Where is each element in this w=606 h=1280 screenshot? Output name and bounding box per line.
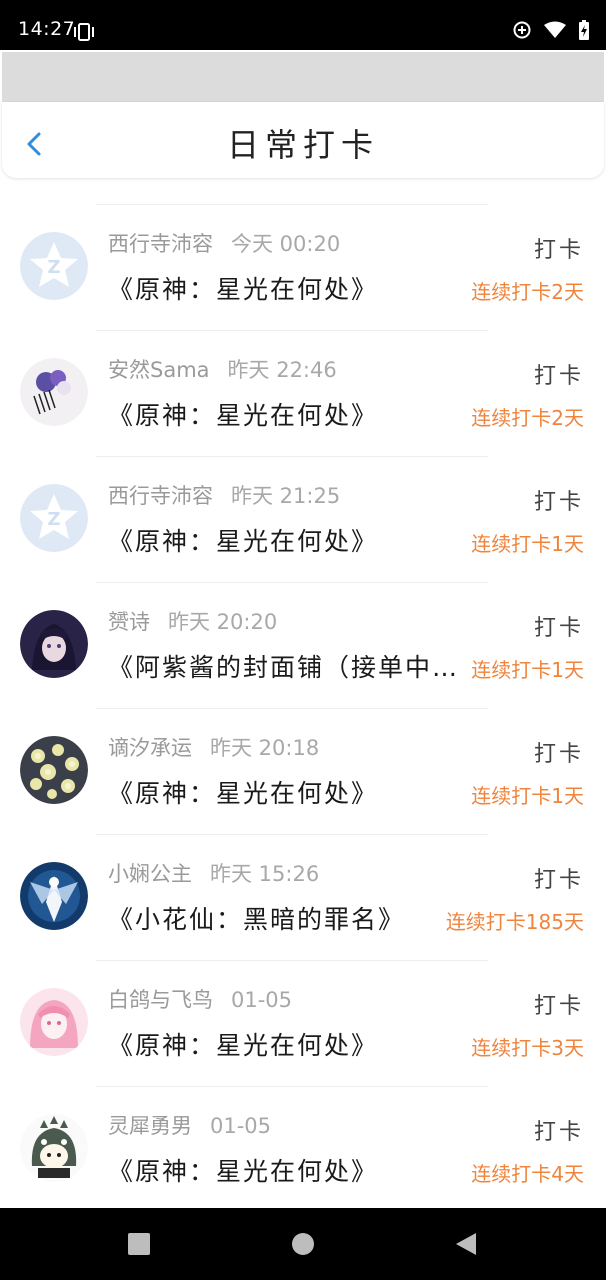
user-meta: 白鸽与飞鸟 01-05 bbox=[108, 984, 292, 1014]
checkin-button[interactable]: 打卡 bbox=[534, 358, 584, 390]
avatar[interactable] bbox=[20, 610, 88, 678]
svg-text:Z: Z bbox=[47, 509, 60, 530]
user-meta: 西行寺沛容 昨天 21:25 bbox=[108, 480, 340, 510]
streak-badge: 连续打卡1天 bbox=[471, 658, 584, 682]
user-meta: 西行寺沛容 今天 00:20 bbox=[108, 228, 340, 258]
user-name[interactable]: 小娴公主 bbox=[108, 862, 192, 886]
avatar[interactable]: Z bbox=[20, 484, 88, 552]
row-divider bbox=[96, 1086, 488, 1087]
user-meta: 安然Sama 昨天 22:46 bbox=[108, 354, 337, 384]
streak-badge: 连续打卡3天 bbox=[471, 1036, 584, 1060]
row-divider bbox=[96, 204, 488, 205]
row-divider bbox=[96, 330, 488, 331]
post-time: 昨天 20:20 bbox=[168, 610, 278, 634]
work-title[interactable]: 《原神：星光在何处》 bbox=[108, 270, 464, 306]
avatar[interactable] bbox=[20, 736, 88, 804]
work-title[interactable]: 《原神：星光在何处》 bbox=[108, 1026, 464, 1062]
page-title: 日常打卡 bbox=[226, 126, 379, 164]
app-header: 日常打卡 bbox=[2, 102, 604, 178]
post-time: 昨天 22:46 bbox=[227, 358, 337, 382]
avatar[interactable]: Z bbox=[20, 232, 88, 300]
checkin-button[interactable]: 打卡 bbox=[534, 988, 584, 1020]
user-meta: 灵犀勇男 01-05 bbox=[108, 1110, 271, 1140]
row-divider bbox=[96, 960, 488, 961]
row-divider bbox=[96, 708, 488, 709]
work-title[interactable]: 《原神：星光在何处》 bbox=[108, 774, 464, 810]
checkin-button[interactable]: 打卡 bbox=[534, 610, 584, 642]
gray-band bbox=[2, 52, 604, 102]
checkin-list-item[interactable]: 小娴公主 昨天 15:26 《小花仙：黑暗的罪名》 打卡连续打卡185天 bbox=[0, 834, 606, 960]
checkin-button[interactable]: 打卡 bbox=[534, 484, 584, 516]
navigation-bar bbox=[0, 1208, 606, 1280]
data-saver-icon bbox=[513, 21, 531, 39]
work-title[interactable]: 《阿紫酱的封面铺（接单中）》 bbox=[108, 648, 464, 684]
svg-text:Z: Z bbox=[47, 257, 60, 278]
row-divider bbox=[96, 456, 488, 457]
streak-badge: 连续打卡185天 bbox=[445, 910, 584, 934]
work-title[interactable]: 《小花仙：黑暗的罪名》 bbox=[108, 900, 464, 936]
checkin-list-item[interactable]: 灵犀勇男 01-05 《原神：星光在何处》 打卡连续打卡4天 bbox=[0, 1086, 606, 1212]
post-time: 01-05 bbox=[210, 1114, 272, 1138]
row-divider bbox=[96, 582, 488, 583]
streak-badge: 连续打卡1天 bbox=[471, 532, 584, 556]
user-name[interactable]: 西行寺沛容 bbox=[108, 232, 213, 256]
checkin-list-item[interactable]: 谪汐承运 昨天 20:18 《原神：星光在何处》 打卡连续打卡1天 bbox=[0, 708, 606, 834]
streak-badge: 连续打卡4天 bbox=[471, 1162, 584, 1186]
streak-badge: 连续打卡2天 bbox=[471, 406, 584, 430]
checkin-list: Z 西行寺沛容 今天 00:20 《原神：星光在何处》 打卡 连续打卡2天 安然Sama 昨天… bbox=[0, 204, 606, 1212]
user-name[interactable]: 赟诗 bbox=[108, 610, 150, 634]
checkin-button[interactable]: 打卡 bbox=[534, 232, 584, 264]
user-name[interactable]: 西行寺沛容 bbox=[108, 484, 213, 508]
user-meta: 小娴公主 昨天 15:26 bbox=[108, 858, 319, 888]
post-time: 昨天 21:25 bbox=[231, 484, 341, 508]
user-name[interactable]: 白鸽与飞鸟 bbox=[108, 988, 213, 1012]
checkin-list-item[interactable]: 白鸽与飞鸟 01-05 《原神：星光在何处》 打卡连续打卡3天 bbox=[0, 960, 606, 1086]
avatar[interactable] bbox=[20, 988, 88, 1056]
avatar[interactable] bbox=[20, 1114, 88, 1182]
recents-square-icon[interactable] bbox=[127, 1232, 151, 1256]
post-time: 昨天 20:18 bbox=[210, 736, 320, 760]
post-time: 01-05 bbox=[231, 988, 293, 1012]
back-triangle-icon[interactable] bbox=[454, 1232, 478, 1256]
vibrate-icon bbox=[74, 23, 94, 41]
row-divider bbox=[96, 834, 488, 835]
battery-icon bbox=[579, 20, 589, 40]
user-name[interactable]: 谪汐承运 bbox=[108, 736, 192, 760]
streak-badge: 连续打卡1天 bbox=[471, 784, 584, 808]
checkin-list-item[interactable]: Z 西行寺沛容 今天 00:20 《原神：星光在何处》 打卡连续打卡2天 bbox=[0, 204, 606, 330]
user-name[interactable]: 安然Sama bbox=[108, 358, 210, 382]
post-time: 昨天 15:26 bbox=[210, 862, 320, 886]
checkin-button[interactable]: 打卡 bbox=[534, 1114, 584, 1146]
checkin-list-item[interactable]: Z 西行寺沛容 昨天 21:25 《原神：星光在何处》 打卡连续打卡1天 bbox=[0, 456, 606, 582]
user-meta: 赟诗 昨天 20:20 bbox=[108, 606, 277, 636]
user-name[interactable]: 灵犀勇男 bbox=[108, 1114, 192, 1138]
checkin-list-item[interactable]: 安然Sama 昨天 22:46 《原神：星光在何处》 打卡连续打卡2天 bbox=[0, 330, 606, 456]
avatar[interactable] bbox=[20, 862, 88, 930]
checkin-list-item[interactable]: 赟诗 昨天 20:20 《阿紫酱的封面铺（接单中）》 打卡连续打卡1天 bbox=[0, 582, 606, 708]
status-bar: 14:27 bbox=[0, 0, 606, 50]
status-time: 14:27 bbox=[18, 18, 76, 40]
checkin-button[interactable]: 打卡 bbox=[534, 736, 584, 768]
avatar[interactable] bbox=[20, 358, 88, 426]
home-circle-icon[interactable] bbox=[291, 1232, 315, 1256]
streak-badge: 连续打卡2天 bbox=[471, 280, 584, 304]
checkin-button[interactable]: 打卡 bbox=[534, 862, 584, 894]
work-title[interactable]: 《原神：星光在何处》 bbox=[108, 396, 464, 432]
wifi-icon bbox=[544, 21, 566, 38]
post-time: 今天 00:20 bbox=[231, 232, 341, 256]
user-meta: 谪汐承运 昨天 20:18 bbox=[108, 732, 319, 762]
work-title[interactable]: 《原神：星光在何处》 bbox=[108, 522, 464, 558]
work-title[interactable]: 《原神：星光在何处》 bbox=[108, 1152, 464, 1188]
